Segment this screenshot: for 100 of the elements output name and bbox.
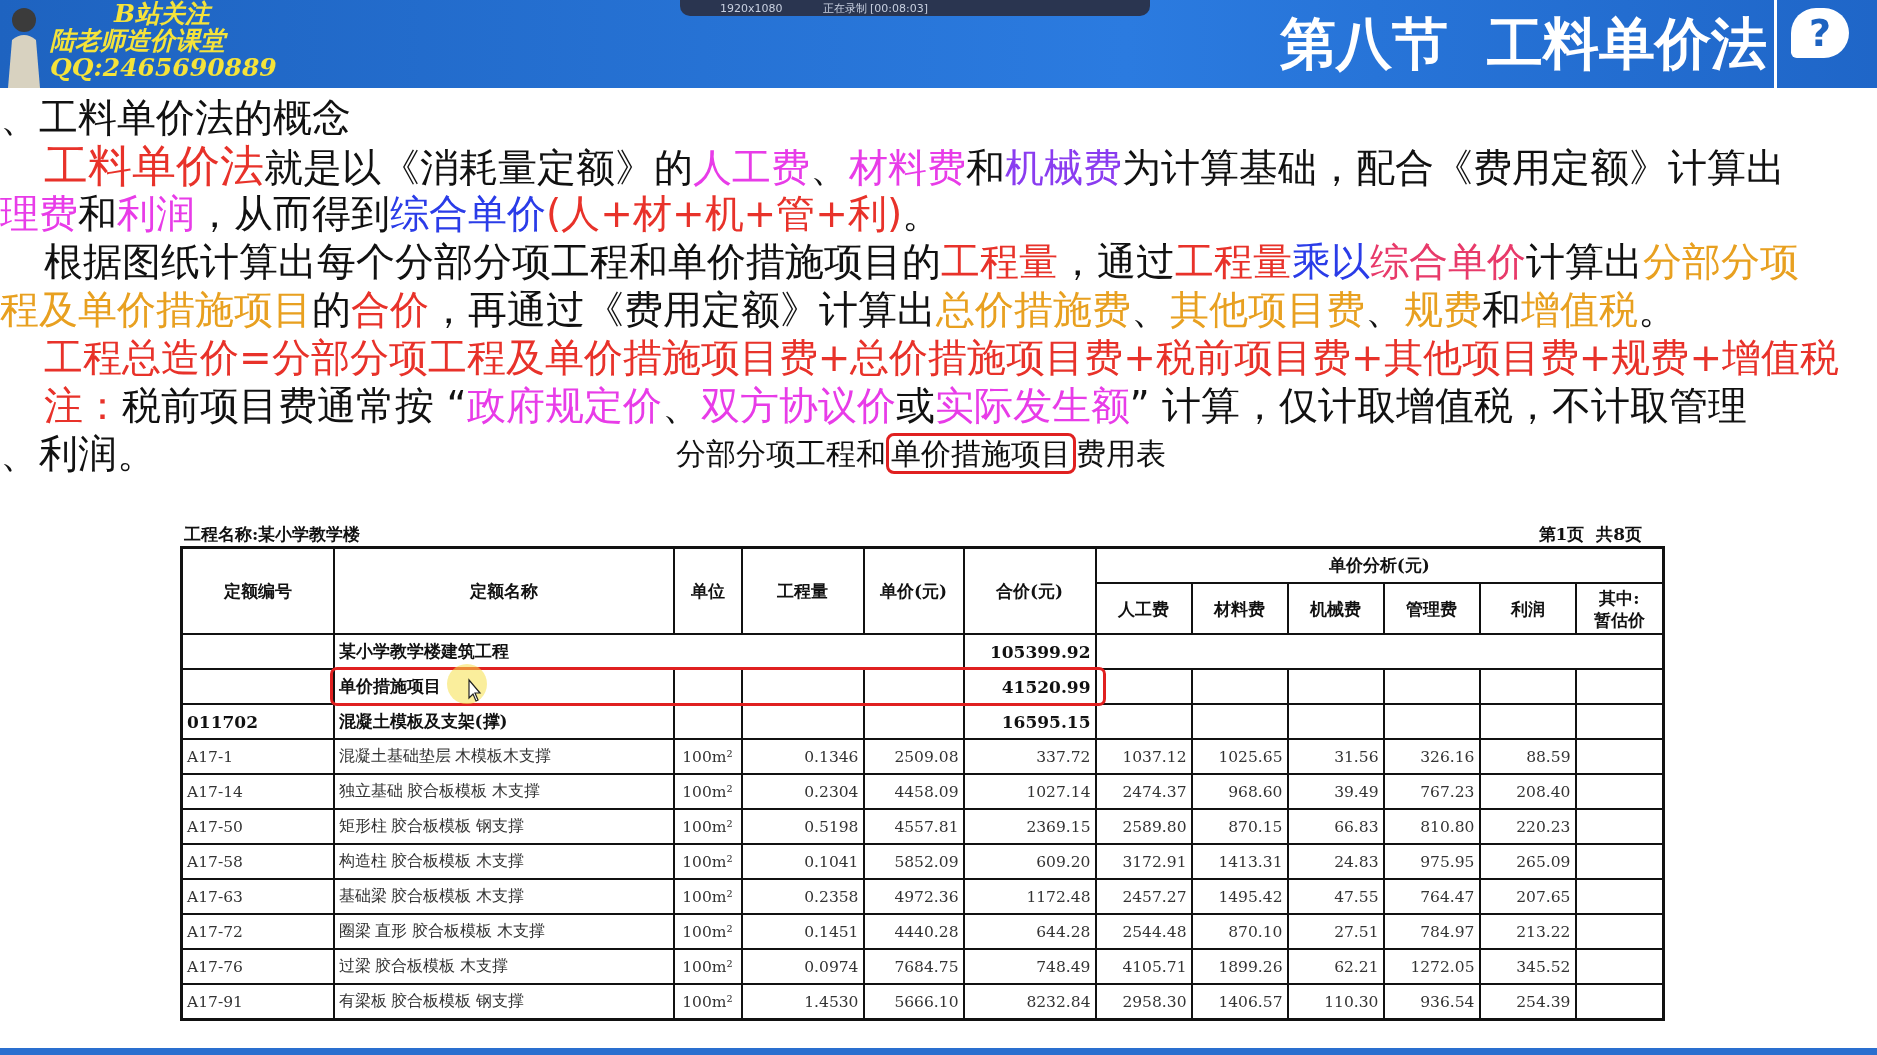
table-cell: 2457.27 bbox=[1095, 879, 1192, 914]
table-cell: 1025.65 bbox=[1191, 739, 1288, 774]
table-cell: 66.83 bbox=[1287, 809, 1384, 844]
paragraph-line: 注：税前项目费通常按 “政府规定价、双方协议价或实际发生额” 计算，仅计取增值税，不计取管理 bbox=[43, 382, 1748, 430]
table-cell: 混凝土模板及支架(撑) bbox=[333, 704, 674, 739]
table-cell: 011702 bbox=[181, 704, 334, 739]
logo-text: QQ:2465690889 bbox=[50, 54, 277, 81]
table-cell: 7684.75 bbox=[863, 949, 964, 984]
help-button[interactable]: ? bbox=[1791, 8, 1849, 58]
table-cell: 1027.14 bbox=[963, 774, 1096, 809]
table-cell: 764.47 bbox=[1383, 879, 1480, 914]
table-cell: 4105.71 bbox=[1095, 949, 1192, 984]
table-cell: 968.60 bbox=[1191, 774, 1288, 809]
column-header: 利润 bbox=[1479, 583, 1576, 634]
table-cell: 100m² bbox=[673, 914, 742, 949]
table-cell: A17-63 bbox=[181, 879, 334, 914]
recording-size: 1920x1080 bbox=[720, 1, 783, 15]
table-cell: A17-72 bbox=[181, 914, 334, 949]
table-cell: 767.23 bbox=[1383, 774, 1480, 809]
table-cell: 975.95 bbox=[1383, 844, 1480, 879]
table-cell: 0.1041 bbox=[741, 844, 864, 879]
column-header: 合价(元) bbox=[963, 547, 1096, 634]
table-cell: 混凝土基础垫层 木模板木支撑 bbox=[333, 739, 674, 774]
table-cell: 265.09 bbox=[1479, 844, 1576, 879]
table-cell: 5852.09 bbox=[863, 844, 964, 879]
table-cell: 100m² bbox=[673, 739, 742, 774]
table-cell: 24.83 bbox=[1287, 844, 1384, 879]
table-cell: 4440.28 bbox=[863, 914, 964, 949]
column-header: 单位 bbox=[673, 547, 742, 634]
table-cell: 独立基础 胶合板模板 木支撑 bbox=[333, 774, 674, 809]
column-header: 单价(元) bbox=[863, 547, 964, 634]
table-cell: 矩形柱 胶合板模板 钢支撑 bbox=[333, 809, 674, 844]
column-header: 定额名称 bbox=[333, 547, 674, 634]
table-cell: 2589.80 bbox=[1095, 809, 1192, 844]
column-header: 定额编号 bbox=[181, 547, 334, 634]
table-caption: 分部分项工程和 单价措施项目 费用表 bbox=[676, 434, 1166, 474]
table-cell: 31.56 bbox=[1287, 739, 1384, 774]
table-cell: 644.28 bbox=[963, 914, 1096, 949]
table-cell: 784.97 bbox=[1383, 914, 1480, 949]
page-number: 第1页 共8页 bbox=[1538, 523, 1642, 546]
table-cell: 圈梁 直形 胶合板模板 木支撑 bbox=[333, 914, 674, 949]
table-cell: 1272.05 bbox=[1383, 949, 1480, 984]
logo-text: B站关注 bbox=[112, 0, 213, 27]
table-cell: 345.52 bbox=[1479, 949, 1576, 984]
table-cell: A17-58 bbox=[181, 844, 334, 879]
table-cell: A17-50 bbox=[181, 809, 334, 844]
table-cell: A17-14 bbox=[181, 774, 334, 809]
column-header: 人工费 bbox=[1095, 583, 1192, 634]
table-cell: 100m² bbox=[673, 844, 742, 879]
table-cell: 27.51 bbox=[1287, 914, 1384, 949]
slide-title: 第八节 工料单价法 bbox=[1280, 10, 1767, 78]
column-header: 管理费 bbox=[1383, 583, 1480, 634]
table-cell: 62.21 bbox=[1287, 949, 1384, 984]
table-cell: 1413.31 bbox=[1191, 844, 1288, 879]
table-cell: 4972.36 bbox=[863, 879, 964, 914]
column-header: 材料费 bbox=[1191, 583, 1288, 634]
table-cell: 100m² bbox=[673, 879, 742, 914]
paragraph-line: 、工料单价法的概念 bbox=[0, 94, 351, 142]
table-cell: 2474.37 bbox=[1095, 774, 1192, 809]
table-cell: 337.72 bbox=[963, 739, 1096, 774]
table-cell: 326.16 bbox=[1383, 739, 1480, 774]
paragraph-line: 工程总造价=分部分项工程及单价措施项目费+总价措施项目费+税前项目费+其他项目费+规费+增值税 bbox=[43, 334, 1840, 382]
table-cell: 0.5198 bbox=[741, 809, 864, 844]
table-cell: A17-1 bbox=[181, 739, 334, 774]
paragraph-line: 、利润。 bbox=[0, 430, 156, 478]
table-cell: 1495.42 bbox=[1191, 879, 1288, 914]
table-cell: 100m² bbox=[673, 774, 742, 809]
table-cell: 207.65 bbox=[1479, 879, 1576, 914]
table-cell: 0.1346 bbox=[741, 739, 864, 774]
table-cell: 748.49 bbox=[963, 949, 1096, 984]
table-cell: 基础梁 胶合板模板 木支撑 bbox=[333, 879, 674, 914]
column-header: 机械费 bbox=[1287, 583, 1384, 634]
table-cell: 609.20 bbox=[963, 844, 1096, 879]
table-cell: 2509.08 bbox=[863, 739, 964, 774]
table-cell: 870.10 bbox=[1191, 914, 1288, 949]
table-cell: 3172.91 bbox=[1095, 844, 1192, 879]
paragraph-line: 理费和利润，从而得到综合单价(人+材+机+管+利)。 bbox=[0, 190, 942, 238]
table-cell: 1172.48 bbox=[963, 879, 1096, 914]
project-name: 工程名称:某小学教学楼 bbox=[184, 523, 361, 546]
table-cell: 220.23 bbox=[1479, 809, 1576, 844]
table-cell: 810.80 bbox=[1383, 809, 1480, 844]
table-cell: 16595.15 bbox=[963, 704, 1096, 739]
table-cell: 2369.15 bbox=[963, 809, 1096, 844]
table-cell: A17-76 bbox=[181, 949, 334, 984]
table-cell: 213.22 bbox=[1479, 914, 1576, 949]
table-cell: 4458.09 bbox=[863, 774, 964, 809]
table-cell: 1037.12 bbox=[1095, 739, 1192, 774]
paragraph-line: 根据图纸计算出每个分部分项工程和单价措施项目的工程量，通过工程量乘以综合单价计算出分部分项 bbox=[43, 238, 1799, 286]
table-cell: 100m² bbox=[673, 809, 742, 844]
recording-status: 正在录制 [00:08:03] bbox=[822, 0, 928, 16]
paragraph-line: 程及单价措施项目 的合价，再通过《费用定额》计算出总价措施费、其他项目费、规费和增值税。 bbox=[0, 286, 1677, 334]
table-cell: 870.15 bbox=[1191, 809, 1288, 844]
table-cell: 1899.26 bbox=[1191, 949, 1288, 984]
table-cell: 0.0974 bbox=[741, 949, 864, 984]
table-cell: 2544.48 bbox=[1095, 914, 1192, 949]
table-cell: 0.1451 bbox=[741, 914, 864, 949]
table-cell: 47.55 bbox=[1287, 879, 1384, 914]
table-cell: 0.2358 bbox=[741, 879, 864, 914]
table-cell: 构造柱 胶合板模板 木支撑 bbox=[333, 844, 674, 879]
table-cell: 88.59 bbox=[1479, 739, 1576, 774]
